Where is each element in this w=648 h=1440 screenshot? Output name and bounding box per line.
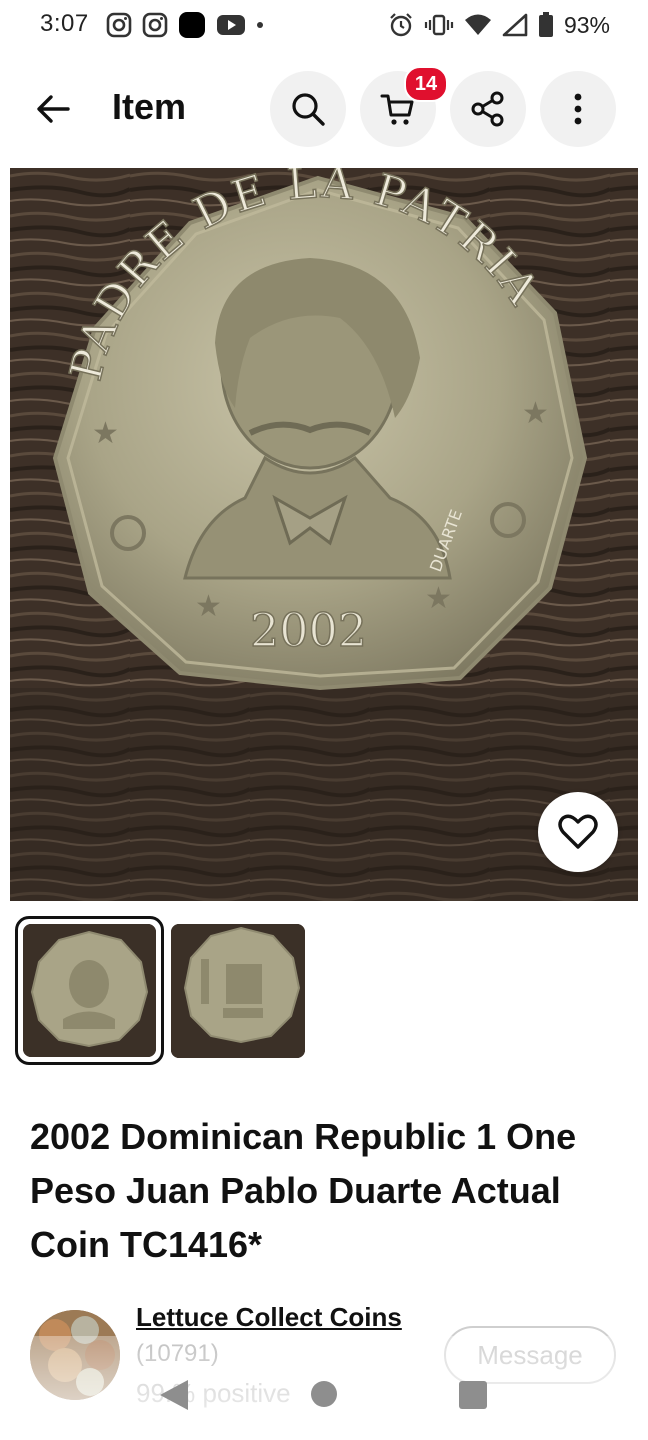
page-title: Item <box>112 86 187 127</box>
system-icons: 93% <box>388 10 610 40</box>
battery-percent: 93% <box>563 11 610 38</box>
dot-icon <box>257 22 263 28</box>
more-vert-icon <box>574 93 582 125</box>
coin-obverse-thumbnail <box>23 924 156 1057</box>
coin-year: 2002 <box>250 603 367 657</box>
svg-text:★: ★ <box>195 589 222 624</box>
status-time: 3:07 <box>40 10 89 37</box>
arrow-left-icon <box>37 95 70 123</box>
thumbnail-2[interactable] <box>171 924 305 1058</box>
alarm-icon <box>390 13 412 37</box>
share-button[interactable] <box>450 71 526 147</box>
signal-icon <box>502 13 528 37</box>
coin-reverse-thumbnail <box>171 924 305 1058</box>
nav-home-icon[interactable] <box>311 1381 337 1407</box>
coin-obverse-photo: ★ ★ ★ ★ PADRE DE LA PATRIA 2002 DUARTE <box>10 168 638 901</box>
battery-icon <box>538 12 553 37</box>
nav-back-icon[interactable] <box>158 1378 190 1412</box>
thumbnail-1[interactable] <box>15 916 164 1065</box>
instagram-icon <box>106 12 132 38</box>
instagram-icon <box>142 12 168 38</box>
item-main-image[interactable]: ★ ★ ★ ★ PADRE DE LA PATRIA 2002 DUARTE <box>10 168 638 901</box>
seller-avatar[interactable] <box>30 1310 120 1400</box>
cart-count-badge: 14 <box>404 66 448 102</box>
svg-text:★: ★ <box>522 396 549 431</box>
wifi-icon <box>464 14 491 35</box>
search-icon <box>292 93 325 126</box>
item-title: 2002 Dominican Republic 1 One Peso Juan … <box>30 1116 577 1265</box>
heart-icon <box>558 814 598 849</box>
status-bar: 3:07 93% <box>0 0 648 50</box>
notification-icons <box>106 10 264 40</box>
youtube-icon <box>217 15 245 35</box>
nav-recents-icon[interactable] <box>459 1381 487 1409</box>
share-icon <box>471 91 504 127</box>
back-button[interactable] <box>26 82 80 136</box>
seller-avatar-image <box>30 1310 120 1400</box>
favorite-button[interactable] <box>538 792 618 872</box>
more-options-button[interactable] <box>540 71 616 147</box>
svg-text:★: ★ <box>425 581 452 616</box>
message-seller-button[interactable]: Message <box>444 1326 616 1384</box>
app-icon <box>179 12 205 38</box>
seller-feedback-count: (10791) <box>136 1340 219 1367</box>
search-button[interactable] <box>270 71 346 147</box>
seller-name-link[interactable]: Lettuce Collect Coins <box>136 1302 402 1333</box>
app-bar: Item <box>0 66 648 152</box>
svg-text:★: ★ <box>92 416 119 451</box>
vibrate-icon <box>424 14 454 36</box>
